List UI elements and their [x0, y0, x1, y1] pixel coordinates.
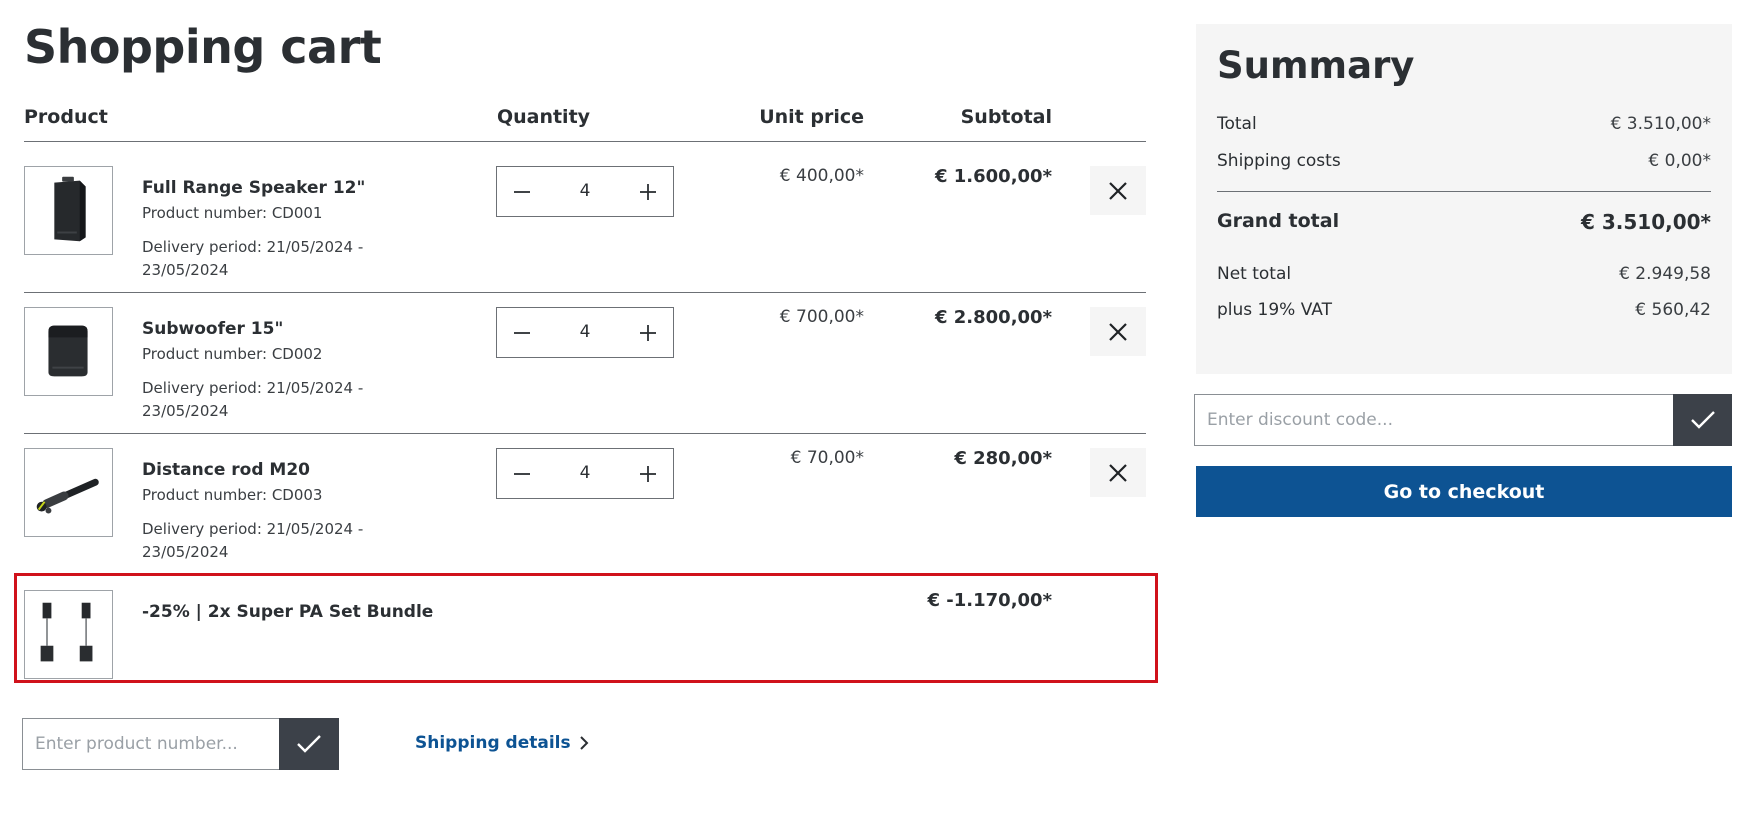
shipping-details-label: Shipping details	[415, 733, 571, 753]
line-subtotal: € 1.600,00*	[934, 166, 1052, 187]
total-label: Total	[1217, 114, 1257, 134]
cart-line-item: Full Range Speaker 12" Product number: C…	[24, 152, 1146, 293]
checkmark-icon	[297, 735, 321, 753]
remove-item-button[interactable]	[1090, 307, 1146, 356]
remove-item-button[interactable]	[1090, 166, 1146, 215]
minus-icon	[514, 331, 530, 334]
unit-price: € 700,00*	[779, 307, 864, 327]
decrease-quantity-button[interactable]	[497, 167, 547, 216]
summary-divider	[1217, 191, 1711, 192]
shipping-details-link[interactable]: Shipping details	[415, 733, 589, 753]
increase-quantity-button[interactable]	[623, 308, 673, 357]
product-name[interactable]: Full Range Speaker 12"	[142, 178, 365, 198]
total-value: € 3.510,00*	[1610, 114, 1711, 134]
delivery-period: Delivery period: 21/05/2024 - 23/05/2024	[142, 379, 364, 420]
unit-price: € 70,00*	[790, 448, 864, 468]
minus-icon	[514, 190, 530, 193]
header-subtotal: Subtotal	[960, 106, 1052, 128]
close-icon	[1109, 322, 1127, 341]
cart-table-header: Product Quantity Unit price Subtotal	[24, 104, 1146, 142]
plus-icon	[640, 183, 656, 200]
vat-label: plus 19% VAT	[1217, 300, 1332, 320]
increase-quantity-button[interactable]	[623, 167, 673, 216]
page-title: Shopping cart	[24, 20, 382, 74]
header-product: Product	[24, 106, 108, 128]
close-icon	[1109, 181, 1127, 200]
close-icon	[1109, 463, 1127, 482]
decrease-quantity-button[interactable]	[497, 449, 547, 498]
product-number-input[interactable]	[22, 718, 279, 770]
line-subtotal: € 280,00*	[954, 448, 1052, 469]
unit-price: € 400,00*	[779, 166, 864, 186]
apply-discount-button[interactable]	[1673, 394, 1732, 446]
cart-line-item: Distance rod M20 Product number: CD003 D…	[24, 434, 1146, 575]
plus-icon	[640, 465, 656, 482]
line-subtotal: € 2.800,00*	[934, 307, 1052, 328]
plus-icon	[640, 324, 656, 341]
product-name[interactable]: Subwoofer 15"	[142, 319, 283, 339]
summary-panel: Summary Total € 3.510,00* Shipping costs…	[1196, 24, 1732, 374]
product-number: Product number: CD001	[142, 204, 323, 222]
discount-code-input[interactable]	[1194, 394, 1673, 446]
product-number: Product number: CD002	[142, 345, 323, 363]
chevron-right-icon	[579, 736, 589, 750]
speaker-image[interactable]	[24, 166, 113, 255]
summary-title: Summary	[1217, 44, 1415, 87]
decrease-quantity-button[interactable]	[497, 308, 547, 357]
pa-set-image[interactable]	[24, 590, 113, 679]
delivery-period: Delivery period: 21/05/2024 - 23/05/2024	[142, 520, 364, 561]
header-unit-price: Unit price	[759, 106, 864, 128]
rod-image[interactable]	[24, 448, 113, 537]
header-quantity: Quantity	[496, 106, 591, 128]
discount-subtotal: € -1.170,00*	[927, 590, 1053, 611]
net-total-label: Net total	[1217, 264, 1292, 284]
checkout-button[interactable]: Go to checkout	[1196, 466, 1732, 517]
discount-line-item: -25% | 2x Super PA Set Bundle € -1.170,0…	[14, 573, 1158, 686]
subwoofer-image[interactable]	[24, 307, 113, 396]
quantity-stepper: 4	[496, 448, 674, 499]
discount-name: -25% | 2x Super PA Set Bundle	[142, 602, 434, 622]
net-total-value: € 2.949,58	[1619, 264, 1711, 284]
add-product-button[interactable]	[279, 718, 339, 770]
delivery-period: Delivery period: 21/05/2024 - 23/05/2024	[142, 238, 364, 279]
vat-value: € 560,42	[1635, 300, 1711, 320]
quantity-value[interactable]: 4	[547, 167, 623, 216]
quantity-stepper: 4	[496, 166, 674, 217]
quantity-value[interactable]: 4	[547, 308, 623, 357]
product-name[interactable]: Distance rod M20	[142, 460, 310, 480]
product-number: Product number: CD003	[142, 486, 323, 504]
discount-code-form	[1194, 394, 1732, 446]
checkmark-icon	[1690, 411, 1715, 429]
quantity-stepper: 4	[496, 307, 674, 358]
quantity-value[interactable]: 4	[547, 449, 623, 498]
increase-quantity-button[interactable]	[623, 449, 673, 498]
shipping-costs-label: Shipping costs	[1217, 151, 1341, 171]
grand-total-label: Grand total	[1217, 210, 1340, 232]
grand-total-value: € 3.510,00*	[1580, 210, 1711, 234]
shipping-costs-value: € 0,00*	[1648, 151, 1711, 171]
remove-item-button[interactable]	[1090, 448, 1146, 497]
product-number-form	[22, 718, 339, 770]
cart-line-item: Subwoofer 15" Product number: CD002 Deli…	[24, 293, 1146, 434]
minus-icon	[514, 472, 530, 475]
